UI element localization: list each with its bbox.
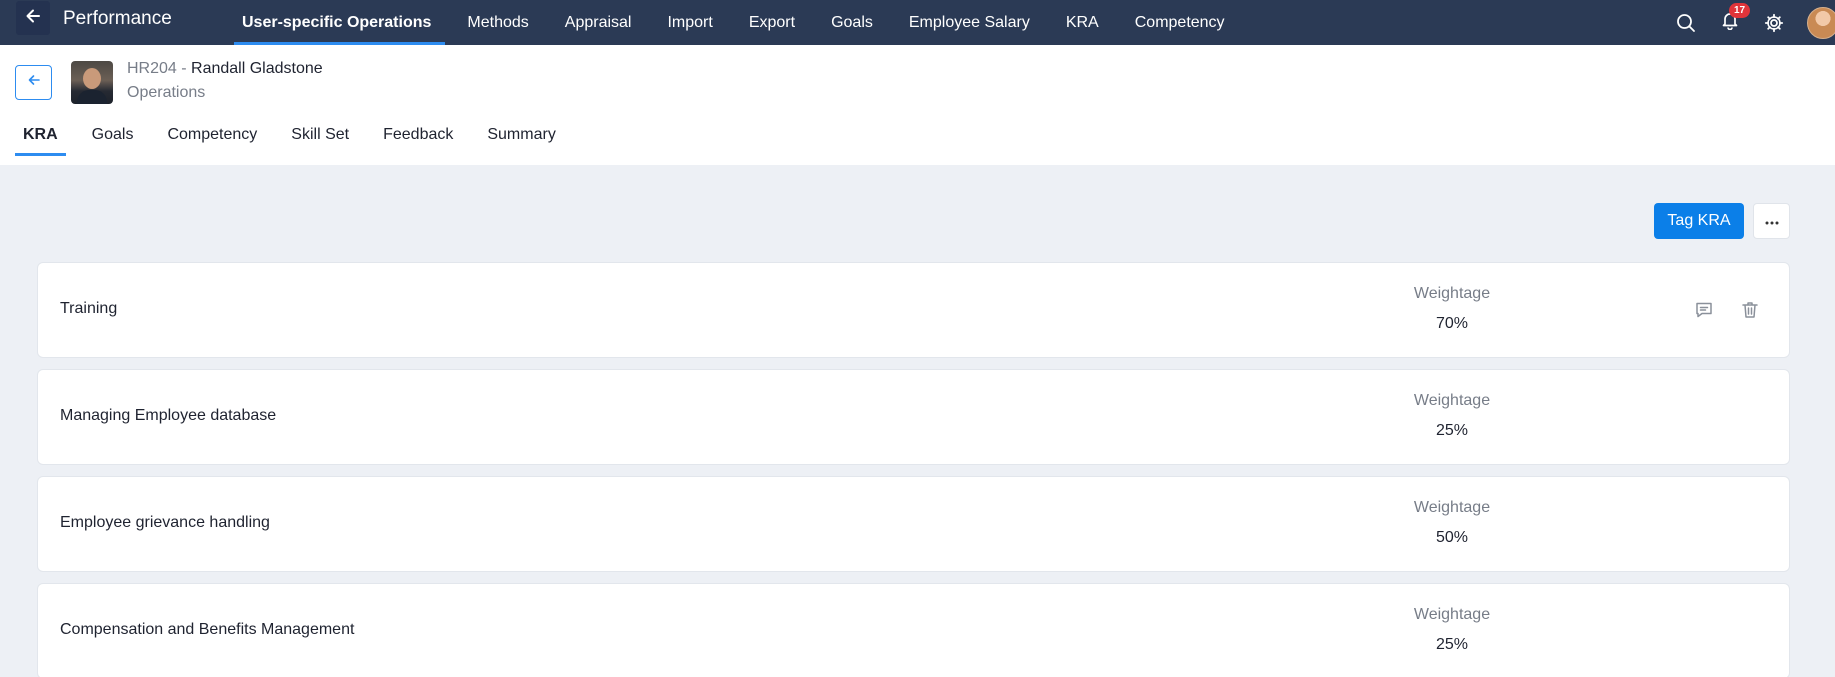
top-icons: 17	[1675, 0, 1835, 45]
top-navigation-bar: Performance User-specific Operations Met…	[0, 0, 1835, 45]
tab-summary[interactable]: Summary	[479, 115, 563, 155]
kra-weightage: Weightage 70%	[1338, 285, 1566, 333]
employee-header: HR204 - Randall Gladstone Operations KRA…	[0, 45, 1835, 165]
nav-methods[interactable]: Methods	[453, 0, 542, 45]
weightage-value: 25%	[1435, 422, 1469, 439]
employee-name: Randall Gladstone	[191, 60, 323, 77]
weightage-value: 70%	[1435, 315, 1469, 332]
kra-name: Employee grievance handling	[60, 514, 270, 531]
more-options-button[interactable]	[1753, 203, 1790, 239]
back-button[interactable]	[16, 1, 50, 35]
notification-badge: 17	[1729, 2, 1751, 18]
nav-employee-salary[interactable]: Employee Salary	[895, 0, 1044, 45]
kra-list: Training Weightage 70% Managing Employee…	[37, 262, 1790, 677]
kra-row: Training Weightage 70%	[37, 262, 1790, 358]
nav-export[interactable]: Export	[735, 0, 809, 45]
weightage-label: Weightage	[1413, 392, 1491, 409]
kra-weightage: Weightage 25%	[1338, 392, 1566, 440]
kra-row: Managing Employee database Weightage 25%	[37, 369, 1790, 465]
weightage-label: Weightage	[1413, 285, 1491, 302]
tab-feedback[interactable]: Feedback	[375, 115, 461, 155]
tab-skill-set[interactable]: Skill Set	[283, 115, 357, 155]
weightage-value: 50%	[1435, 529, 1469, 546]
arrow-left-icon	[27, 73, 41, 92]
nav-appraisal[interactable]: Appraisal	[551, 0, 646, 45]
kra-weightage: Weightage 50%	[1338, 499, 1566, 547]
kra-name: Managing Employee database	[60, 407, 277, 424]
notifications-button[interactable]: 17	[1719, 2, 1751, 34]
weightage-label: Weightage	[1413, 499, 1491, 516]
comment-icon[interactable]	[1693, 299, 1715, 321]
app-title: Performance	[63, 8, 172, 29]
kra-weightage: Weightage 25%	[1338, 606, 1566, 654]
employee-department: Operations	[127, 84, 206, 101]
kra-name: Compensation and Benefits Management	[60, 621, 355, 638]
tab-competency[interactable]: Competency	[159, 115, 265, 155]
arrow-left-icon	[24, 7, 42, 30]
main-nav: User-specific Operations Methods Apprais…	[228, 0, 1247, 45]
kra-row: Employee grievance handling Weightage 50…	[37, 476, 1790, 572]
nav-import[interactable]: Import	[653, 0, 726, 45]
tab-kra[interactable]: KRA	[15, 115, 66, 156]
more-icon	[1764, 212, 1780, 230]
weightage-value: 25%	[1435, 636, 1469, 653]
nav-goals[interactable]: Goals	[817, 0, 887, 45]
profile-back-button[interactable]	[15, 65, 52, 100]
trash-icon[interactable]	[1739, 299, 1761, 321]
employee-title: HR204 - Randall Gladstone	[127, 60, 323, 78]
kra-row-actions	[1693, 299, 1785, 321]
tab-goals[interactable]: Goals	[84, 115, 142, 155]
nav-kra[interactable]: KRA	[1052, 0, 1113, 45]
nav-competency[interactable]: Competency	[1121, 0, 1239, 45]
kra-row: Compensation and Benefits Management Wei…	[37, 583, 1790, 677]
kra-name: Training	[60, 300, 118, 317]
employee-id: HR204	[127, 60, 177, 77]
employee-tabs: KRA Goals Competency Skill Set Feedback …	[15, 115, 582, 160]
employee-separator: -	[176, 60, 192, 77]
user-avatar[interactable]	[1807, 6, 1835, 39]
nav-user-specific-operations[interactable]: User-specific Operations	[228, 0, 446, 45]
employee-avatar	[71, 61, 113, 104]
gear-icon[interactable]	[1763, 12, 1785, 34]
tag-kra-button[interactable]: Tag KRA	[1654, 203, 1744, 239]
search-icon[interactable]	[1675, 12, 1697, 34]
weightage-label: Weightage	[1413, 606, 1491, 623]
